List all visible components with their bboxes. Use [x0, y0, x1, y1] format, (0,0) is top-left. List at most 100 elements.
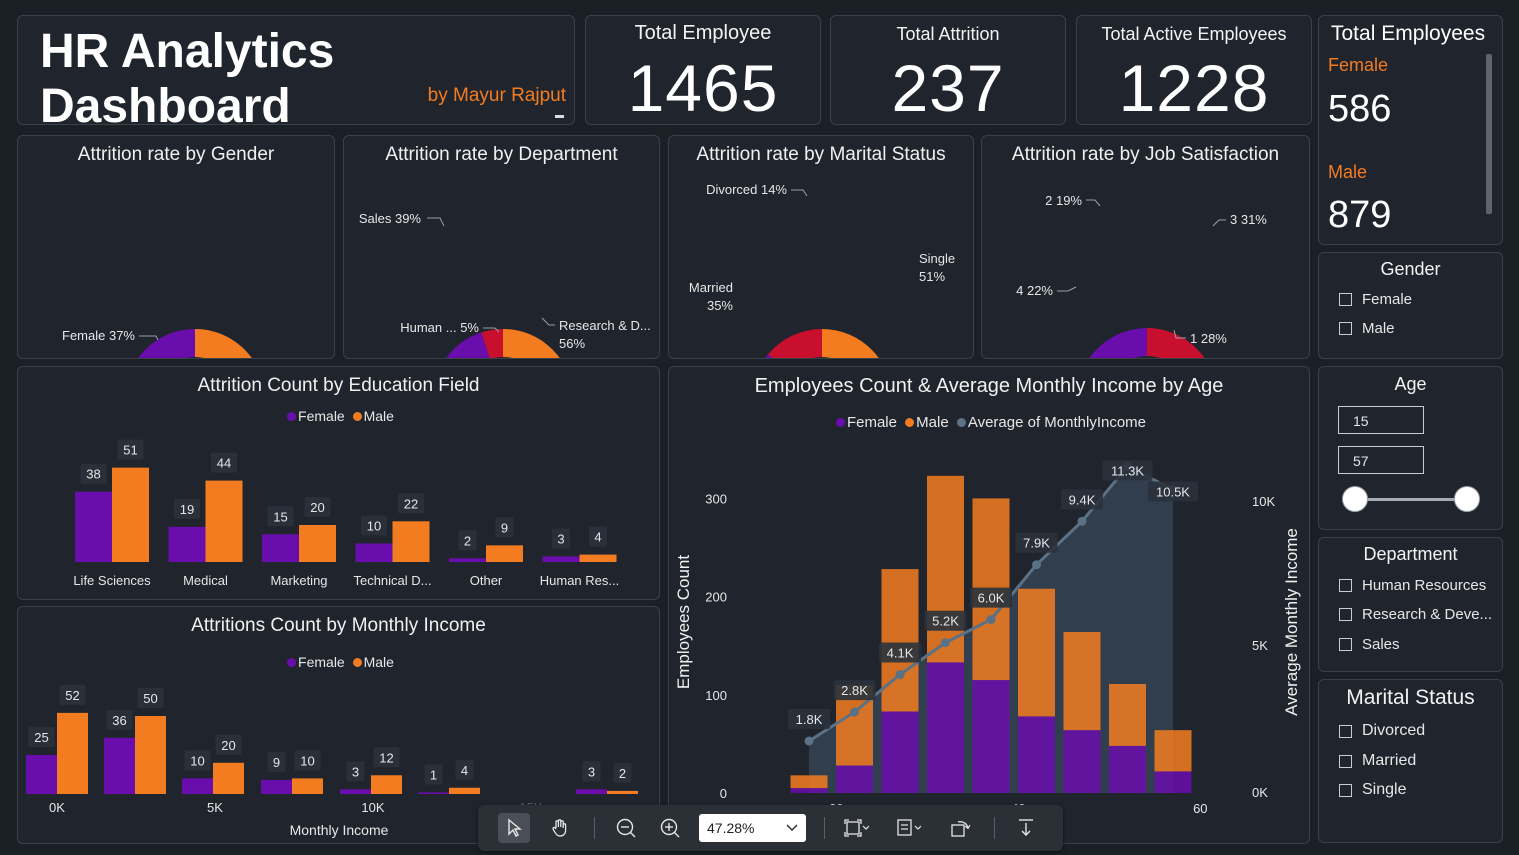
bar-label-female: 3	[588, 764, 595, 779]
y2-tick-label: 5K	[1252, 638, 1268, 653]
checkbox[interactable]	[1339, 579, 1352, 592]
age-range-track[interactable]	[1355, 498, 1467, 501]
zoom-in-button[interactable]	[654, 813, 686, 843]
y-axis-label: Employees Count	[674, 555, 693, 689]
income-data-label: 1.8K	[796, 712, 823, 727]
arrow-down-icon	[1019, 819, 1033, 836]
cursor-icon	[508, 818, 522, 837]
slicer-option-rd[interactable]: Research & Deve...	[1339, 606, 1492, 623]
checkbox[interactable]	[1339, 724, 1352, 738]
marital-donut-chart[interactable]: Divorced 14% Single 51% Married 35%	[669, 136, 973, 358]
scroll-mode-button[interactable]	[1010, 813, 1042, 843]
bar-label-female: 38	[86, 467, 100, 482]
slicer-option-hr[interactable]: Human Resources	[1339, 577, 1486, 594]
panel-job-donut: Attrition rate by Job Satisfaction 2 19%…	[981, 135, 1310, 359]
income-point	[941, 638, 950, 648]
select-tool-button[interactable]	[498, 813, 530, 843]
age-min-input[interactable]: 15	[1338, 406, 1424, 434]
zoom-out-button[interactable]	[610, 813, 642, 843]
slicer-option-divorced[interactable]: Divorced	[1339, 722, 1425, 740]
x-tick-label: 5K	[207, 800, 223, 815]
dashboard-title: HR Analytics Dashboard	[40, 25, 335, 133]
donut-slice-2	[1089, 328, 1147, 358]
slicer-option-married[interactable]: Married	[1339, 752, 1416, 770]
toolbar-separator	[594, 817, 595, 839]
female-label: Female	[1328, 55, 1389, 75]
bar-female	[168, 526, 206, 562]
panel-age-chart: Employees Count & Average Monthly Income…	[668, 366, 1310, 844]
bar-male	[1063, 631, 1101, 731]
donut-leader-line	[791, 189, 808, 197]
checkbox[interactable]	[1339, 322, 1352, 335]
department-slicer: Department Human Resources Research & De…	[1318, 537, 1503, 672]
bar-label-male: 50	[143, 691, 157, 706]
donut-data-label: 4 22%	[1016, 283, 1053, 298]
gender-donut-chart[interactable]: Female 37%Male 63%	[18, 136, 334, 358]
bar-female	[927, 662, 964, 793]
income-point	[850, 707, 859, 717]
bar-male	[607, 790, 638, 794]
fit-page-icon	[844, 819, 869, 837]
kpi-total-active: Total Active Employees 1228	[1076, 15, 1312, 125]
checkbox[interactable]	[1339, 293, 1352, 306]
kpi-value: 237	[891, 51, 1005, 125]
kpi-title: Total Active Employees	[1101, 24, 1287, 44]
bar-label-male: 2	[619, 766, 626, 781]
bar-female	[261, 779, 292, 794]
gender-totals-card: Total Employees Female 586 Male 879	[1318, 15, 1503, 245]
bar-male	[292, 778, 323, 794]
slicer-title: Department	[1363, 544, 1458, 564]
education-bar-chart[interactable]: 38 51 Life Sciences 19 44 Medical 15 20 Marketin…	[18, 367, 659, 599]
age-min-handle[interactable]	[1342, 486, 1368, 512]
bar-male	[927, 475, 964, 663]
age-combo-chart[interactable]: 0 100 200 300 0K 5K 10K Employees Count Average …	[669, 367, 1309, 843]
age-max-handle[interactable]	[1454, 486, 1480, 512]
income-data-label: 5.2K	[932, 614, 959, 629]
donut-data-label: 2 19%	[1045, 193, 1082, 208]
panel-gender-donut: Attrition rate by Gender Female 37%Male …	[17, 135, 335, 359]
slicer-option-female[interactable]: Female	[1339, 291, 1412, 308]
bar-label-male: 20	[221, 738, 235, 753]
checkbox[interactable]	[1339, 783, 1352, 797]
slicer-option-male[interactable]: Male	[1339, 320, 1395, 337]
x-tick-label: Life Sciences	[73, 573, 151, 588]
checkbox[interactable]	[1339, 608, 1352, 621]
bar-male	[205, 480, 243, 562]
age-max-input[interactable]: 57	[1338, 446, 1424, 474]
donut-leader-line	[139, 335, 159, 341]
kpi-value: 1465	[627, 51, 779, 125]
department-donut-chart[interactable]: Human ... 5% Sales 39% Research & D... 56%	[344, 136, 659, 358]
bar-male	[392, 521, 430, 562]
y2-tick-label: 0K	[1252, 785, 1268, 800]
rotate-button[interactable]	[944, 813, 976, 843]
donut-data-label: 3 31%	[1230, 212, 1267, 227]
job-satisfaction-donut-chart[interactable]: 2 19% 3 31% 4 22% 1 28%	[982, 136, 1309, 358]
bar-label-male: 12	[379, 750, 393, 765]
x-tick-label: 10K	[361, 800, 384, 815]
bar-label-male: 10	[300, 753, 314, 768]
checkbox[interactable]	[1339, 638, 1352, 651]
income-data-label: 6.0K	[978, 591, 1005, 606]
x-tick-label: Other	[470, 573, 503, 588]
slicer-option-sales[interactable]: Sales	[1339, 636, 1400, 653]
bar-female	[340, 789, 371, 794]
chevron-down-icon	[786, 824, 798, 832]
slicer-option-single[interactable]: Single	[1339, 781, 1406, 799]
donut-data-label: Single	[919, 251, 955, 266]
bar-label-male: 9	[501, 520, 508, 535]
zoom-value: 47.28%	[707, 820, 755, 836]
zoom-select[interactable]: 47.28%	[699, 814, 806, 842]
bar-label-female: 3	[557, 531, 564, 546]
card-scrollbar[interactable]	[1486, 54, 1492, 214]
hand-icon	[552, 819, 567, 837]
page-view-button[interactable]	[892, 813, 924, 843]
bar-label-female: 1	[430, 767, 437, 782]
checkbox[interactable]	[1339, 754, 1352, 768]
fit-page-button[interactable]	[840, 813, 872, 843]
bar-female	[418, 792, 449, 794]
y-tick-label: 0	[720, 786, 727, 801]
y2-tick-label: 10K	[1252, 494, 1275, 509]
pan-tool-button[interactable]	[544, 813, 576, 843]
bar-female	[262, 534, 299, 562]
option-label: Single	[1362, 781, 1407, 798]
